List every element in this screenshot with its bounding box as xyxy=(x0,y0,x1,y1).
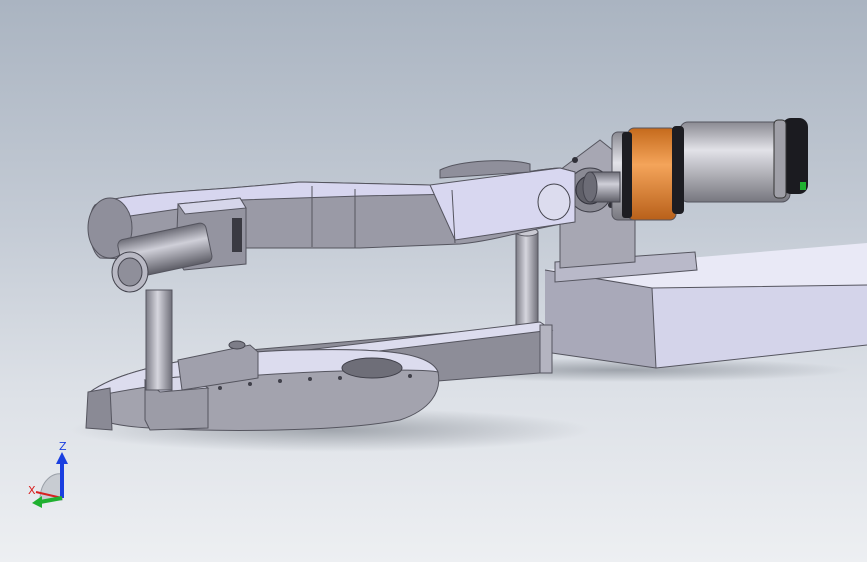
motor-shaft-hub[interactable] xyxy=(582,171,621,203)
cad-graphics-viewport[interactable]: Z X xyxy=(0,0,867,562)
arc-plate[interactable] xyxy=(85,349,440,431)
z-axis-label: Z xyxy=(59,440,67,453)
motor-assembly[interactable] xyxy=(611,118,808,221)
rod-left[interactable] xyxy=(145,289,173,391)
assembly-model[interactable] xyxy=(0,0,867,562)
x-axis-label: X xyxy=(28,484,36,497)
motor-ring-dark-2 xyxy=(672,126,684,214)
motor-ring-dark xyxy=(622,132,632,218)
arc-plate-slot xyxy=(341,357,403,379)
pivot-pin-right[interactable] xyxy=(537,183,571,221)
motor-band-orange xyxy=(627,127,677,221)
orientation-triad[interactable]: Z X xyxy=(26,440,76,510)
